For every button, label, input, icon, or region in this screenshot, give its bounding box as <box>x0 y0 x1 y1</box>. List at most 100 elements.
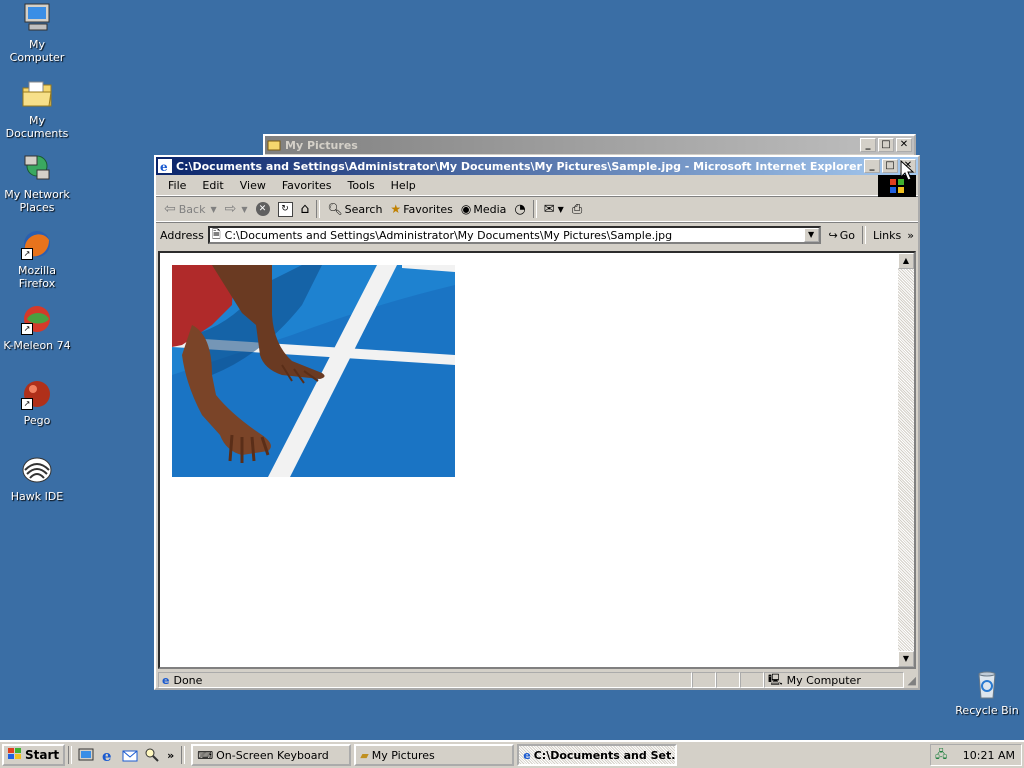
vertical-scrollbar[interactable]: ▲ ▼ <box>898 253 914 667</box>
chevron-right-icon[interactable]: » <box>167 749 174 762</box>
status-panel <box>740 672 764 688</box>
media-button[interactable]: ◉ Media <box>457 199 511 219</box>
search-button[interactable]: 🔍︎ Search <box>323 199 386 219</box>
folder-icon <box>21 78 53 110</box>
search-icon[interactable] <box>144 747 160 763</box>
taskbar-button-my-pictures[interactable]: ▰ My Pictures <box>354 744 515 766</box>
scroll-down-button[interactable]: ▼ <box>898 651 914 667</box>
status-bar: e Done 🖳 My Computer ◢ <box>158 670 916 690</box>
desktop-icon-label: My Network Places <box>4 188 70 214</box>
desktop-icon-label: Mozilla Firefox <box>18 264 56 290</box>
hawk-icon <box>21 454 53 486</box>
ie-logo-icon: e <box>523 748 531 762</box>
mail-button[interactable]: ✉ ▼ <box>540 199 568 219</box>
home-icon: ⌂ <box>300 201 310 217</box>
media-label: Media <box>473 202 507 216</box>
toolbar-separator <box>532 200 537 218</box>
address-label: Address <box>160 228 204 242</box>
menu-tools[interactable]: Tools <box>340 179 383 192</box>
go-button[interactable]: ↪ Go <box>825 225 859 245</box>
address-value: C:\Documents and Settings\Administrator\… <box>224 228 673 242</box>
status-panel <box>692 672 717 688</box>
window-title: My Pictures <box>285 138 358 152</box>
maximize-button[interactable]: □ <box>882 159 898 173</box>
desktop-icon-label: Hawk IDE <box>10 490 64 503</box>
menu-help[interactable]: Help <box>383 179 424 192</box>
desktop-icon-label: My Documents <box>5 114 69 140</box>
standard-toolbar: ⇦ Back ▼ ⇨ ▼ ✕ ↻ ⌂ 🔍︎ Search ★ Favorites… <box>156 196 918 222</box>
search-label: Search <box>344 202 383 216</box>
desktop-icon-my-documents[interactable]: My Documents <box>0 78 74 140</box>
links-label: Links <box>873 228 902 242</box>
windows-logo-icon <box>8 747 22 763</box>
recycle-bin-icon <box>971 668 1003 700</box>
print-button[interactable]: ⎙ <box>568 199 586 219</box>
minimize-button[interactable]: _ <box>860 138 876 152</box>
address-input[interactable]: 🗎 C:\Documents and Settings\Administrato… <box>207 226 821 244</box>
sample-image <box>172 265 455 477</box>
desktop-icon-mozilla-firefox[interactable]: ↗ Mozilla Firefox <box>0 228 74 290</box>
home-button[interactable]: ⌂ <box>297 199 314 219</box>
security-zone-panel: 🖳 My Computer <box>763 672 904 688</box>
back-label: Back <box>178 202 206 216</box>
address-dropdown-button[interactable]: ▼ <box>803 228 819 242</box>
history-button[interactable]: ◔ <box>510 199 529 219</box>
desktop-icon-label: Pego <box>23 414 51 427</box>
status-text: Done <box>173 673 203 687</box>
ie-launch-icon[interactable]: e <box>100 747 116 765</box>
computer-icon <box>21 2 53 34</box>
go-label: Go <box>839 228 855 242</box>
scroll-up-button[interactable]: ▲ <box>898 253 914 269</box>
history-icon: ◔ <box>514 201 526 217</box>
folder-icon <box>267 138 281 152</box>
refresh-icon: ↻ <box>277 201 293 217</box>
show-desktop-icon[interactable] <box>78 747 94 763</box>
desktop-icon-recycle-bin[interactable]: Recycle Bin <box>950 668 1024 717</box>
refresh-button[interactable]: ↻ <box>274 199 297 219</box>
outlook-express-icon[interactable] <box>122 747 138 763</box>
network-connection-icon[interactable]: 🖧 <box>935 746 947 765</box>
desktop-icon-k-meleon[interactable]: ↗ K-Meleon 74 <box>0 303 74 352</box>
folder-icon: ▰ <box>360 748 369 762</box>
stop-button[interactable]: ✕ <box>252 199 274 219</box>
menu-edit[interactable]: Edit <box>194 179 231 192</box>
menu-view[interactable]: View <box>232 179 274 192</box>
menu-bar: File Edit View Favorites Tools Help <box>156 175 918 197</box>
menu-favorites[interactable]: Favorites <box>274 179 340 192</box>
security-zone: My Computer <box>786 673 861 687</box>
desktop-icon-my-computer[interactable]: My Computer <box>0 2 74 64</box>
chevron-down-icon: ▼ <box>241 204 248 214</box>
desktop-icon-hawk-ide[interactable]: Hawk IDE <box>0 454 74 503</box>
stop-icon: ✕ <box>255 202 270 216</box>
taskbar-button-on-screen-keyboard[interactable]: ⌨ On-Screen Keyboard <box>191 744 352 766</box>
desktop-icon-label: K-Meleon 74 <box>3 339 71 352</box>
back-button[interactable]: ⇦ Back ▼ <box>160 199 221 219</box>
page-icon: 🗎 <box>211 227 221 241</box>
search-icon: 🔍︎ <box>327 202 343 216</box>
ie-page-icon: e <box>162 673 170 687</box>
minimize-button[interactable]: _ <box>864 159 880 173</box>
desktop-icon-label: My Computer <box>9 38 65 64</box>
taskbar-button-internet-explorer[interactable]: e C:\Documents and Set... <box>517 744 678 766</box>
ie-titlebar[interactable]: e C:\Documents and Settings\Administrato… <box>156 157 918 175</box>
start-label: Start <box>25 748 60 762</box>
taskbar-separator <box>181 746 186 764</box>
links-button[interactable]: Links » <box>869 225 918 245</box>
page-content[interactable]: ▲ ▼ <box>158 251 916 669</box>
desktop-icon-my-network-places[interactable]: My Network Places <box>0 152 74 214</box>
my-pictures-titlebar[interactable]: My Pictures _ □ ✕ <box>265 136 914 154</box>
close-button[interactable]: ✕ <box>896 138 912 152</box>
start-button[interactable]: Start <box>2 744 66 766</box>
maximize-button[interactable]: □ <box>878 138 894 152</box>
toolbar-separator <box>862 226 866 244</box>
clock[interactable]: 10:21 AM <box>963 749 1015 762</box>
desktop-icon-pego[interactable]: ↗ Pego <box>0 378 74 427</box>
resize-grip-icon[interactable]: ◢ <box>908 674 916 687</box>
svg-text:e: e <box>102 747 112 763</box>
favorites-icon: ★ <box>390 202 402 216</box>
chevron-down-icon: ▼ <box>557 204 564 214</box>
forward-button[interactable]: ⇨ ▼ <box>221 199 252 219</box>
ie-window[interactable]: e C:\Documents and Settings\Administrato… <box>154 155 920 690</box>
menu-file[interactable]: File <box>160 179 194 192</box>
favorites-button[interactable]: ★ Favorites <box>386 199 456 219</box>
